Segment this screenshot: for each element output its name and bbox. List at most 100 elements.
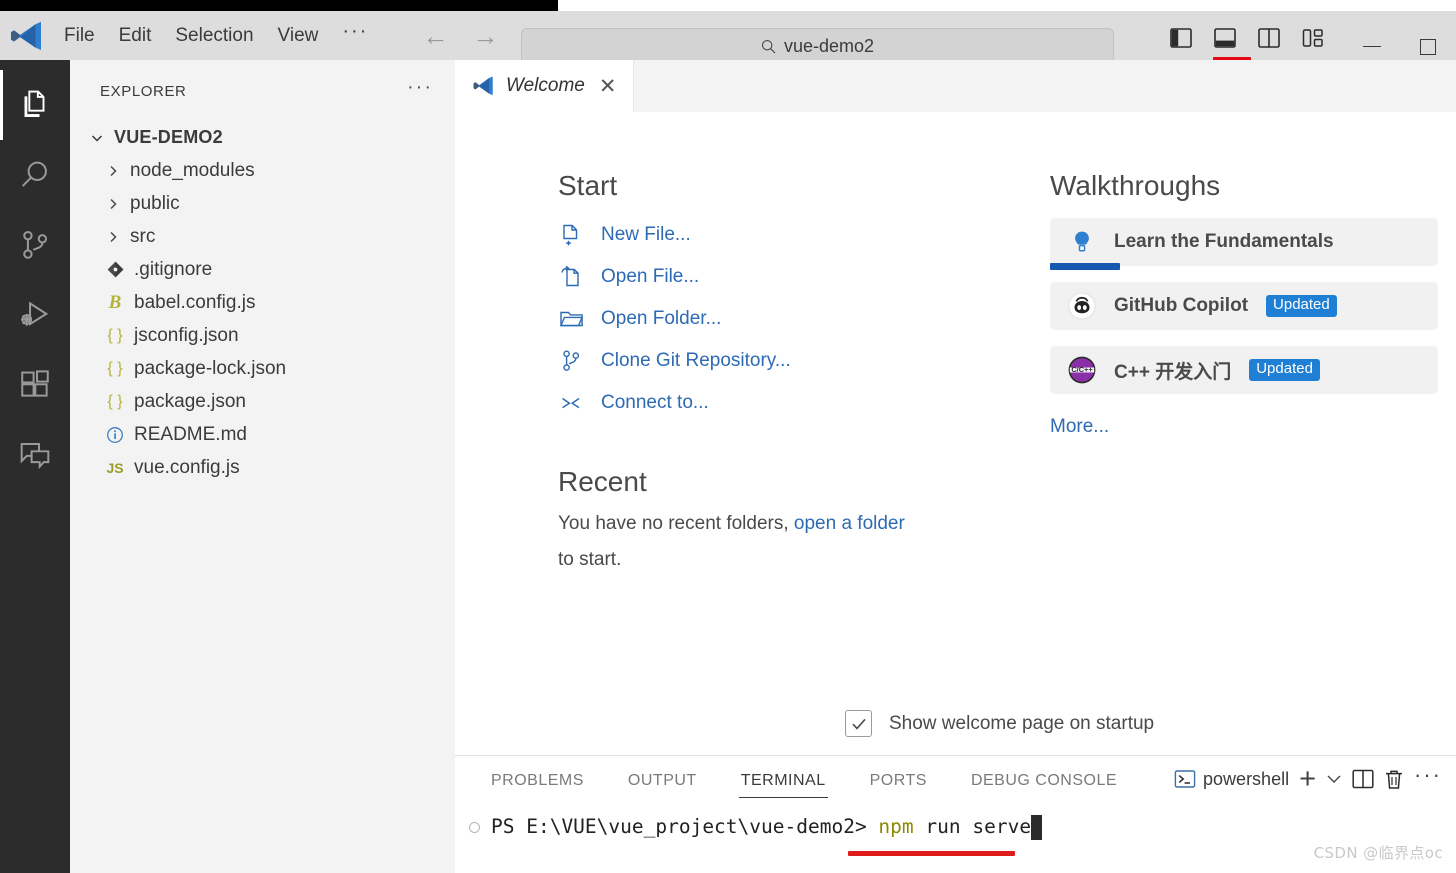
activity-bar xyxy=(0,60,70,873)
search-icon xyxy=(761,39,776,53)
walkthrough-progress-bar xyxy=(1050,263,1120,270)
search-value: vue-demo2 xyxy=(783,35,875,56)
status-badge: Updated xyxy=(1266,295,1337,317)
panel-tab-ports[interactable]: PORTS xyxy=(854,758,943,802)
panel-tab-debug-console[interactable]: DEBUG CONSOLE xyxy=(955,758,1133,802)
recent-text-before: You have no recent folders, xyxy=(558,513,794,534)
tab-welcome[interactable]: Welcome ✕ xyxy=(455,60,635,112)
recent-text-after: to start. xyxy=(558,549,622,571)
welcome-right-column: Walkthroughs Learn the Fundamentals GitH… xyxy=(925,170,1438,578)
walkthrough-item-github-copilot[interactable]: GitHub Copilot Updated xyxy=(1050,282,1438,330)
info-icon xyxy=(100,426,130,444)
activity-item-search[interactable] xyxy=(0,140,70,210)
walkthrough-label: C++ 开发入门 xyxy=(1114,361,1232,383)
plus-icon: + xyxy=(1299,762,1317,795)
open-folder-icon xyxy=(558,306,584,332)
panel-tab-bar: PROBLEMS OUTPUT TERMINAL PORTS DEBUG CON… xyxy=(455,756,1456,804)
welcome-left-column: Start New File... Open File... Open Fold… xyxy=(455,170,925,578)
new-terminal-button[interactable]: + xyxy=(1299,761,1316,797)
tree-root-vue-demo2[interactable]: VUE-DEMO2 xyxy=(70,121,455,154)
terminal-profile-dropdown[interactable] xyxy=(1326,761,1342,797)
start-item-clone-git-repository[interactable]: Clone Git Repository... xyxy=(558,344,925,378)
shell-name: powershell xyxy=(1203,768,1290,789)
start-item-open-folder[interactable]: Open Folder... xyxy=(558,302,925,336)
chat-icon xyxy=(20,442,50,470)
activity-item-chat[interactable] xyxy=(0,420,70,490)
menu-item-edit[interactable]: Edit xyxy=(107,21,164,51)
go-forward-icon[interactable]: → xyxy=(472,23,498,49)
editor-area: Welcome ✕ Start New File... Open File...… xyxy=(455,60,1456,755)
checkbox-label: Show welcome page on startup xyxy=(889,712,1155,734)
close-icon[interactable]: ✕ xyxy=(596,76,620,97)
terminal-prompt: PS E:\VUE\vue_project\vue-demo2> xyxy=(491,815,879,838)
command-center-search[interactable]: vue-demo2 xyxy=(521,28,1114,64)
toggle-secondary-sidebar-icon[interactable] xyxy=(1254,23,1284,53)
start-item-label: Connect to... xyxy=(601,392,709,413)
toggle-panel-icon[interactable] xyxy=(1210,23,1251,63)
vscode-logo-icon xyxy=(473,76,495,96)
tree-item-babel-config[interactable]: B babel.config.js xyxy=(70,286,455,319)
copilot-icon xyxy=(1068,292,1096,320)
show-welcome-on-startup-checkbox[interactable]: Show welcome page on startup xyxy=(845,710,1154,737)
annotation-underline-command xyxy=(848,851,1015,856)
screen-capture-artifact-strip xyxy=(0,0,558,11)
panel-tab-problems[interactable]: PROBLEMS xyxy=(475,758,600,802)
tree-item-readme-md[interactable]: README.md xyxy=(70,418,455,451)
split-terminal-button[interactable] xyxy=(1352,761,1374,797)
tree-item-label: babel.config.js xyxy=(134,291,256,313)
open-a-folder-link[interactable]: open a folder xyxy=(794,513,905,534)
new-file-icon xyxy=(558,222,584,248)
svg-text:C/C++: C/C++ xyxy=(1071,365,1093,374)
walkthrough-item-learn-the-fundamentals[interactable]: Learn the Fundamentals xyxy=(1050,218,1438,270)
status-badge: Updated xyxy=(1249,359,1320,381)
start-item-label: Open Folder... xyxy=(601,308,722,329)
kill-terminal-button[interactable] xyxy=(1384,761,1404,797)
tree-item-src[interactable]: src xyxy=(70,220,455,253)
toggle-primary-sidebar-icon[interactable] xyxy=(1166,23,1196,53)
json-icon: { } xyxy=(107,392,123,410)
activity-item-explorer[interactable] xyxy=(0,70,70,140)
cpp-icon: C/C++ xyxy=(1068,356,1096,384)
start-item-label: New File... xyxy=(601,224,691,245)
start-item-label: Clone Git Repository... xyxy=(601,350,791,371)
menu-overflow-icon[interactable]: ··· xyxy=(330,20,380,51)
sidebar-more-actions-icon[interactable]: ··· xyxy=(407,76,433,107)
menu-item-view[interactable]: View xyxy=(266,21,331,51)
layout-controls xyxy=(1166,23,1328,63)
panel-tab-output[interactable]: OUTPUT xyxy=(612,758,713,802)
menu-item-file[interactable]: File xyxy=(52,21,107,51)
start-item-connect-to[interactable]: Connect to... xyxy=(558,386,925,420)
tree-item-jsconfig-json[interactable]: { } jsconfig.json xyxy=(70,319,455,352)
tree-item-package-lock-json[interactable]: { } package-lock.json xyxy=(70,352,455,385)
activity-item-source-control[interactable] xyxy=(0,210,70,280)
panel-more-actions-icon[interactable]: ··· xyxy=(1414,762,1442,797)
recent-empty-message: You have no recent folders, open a folde… xyxy=(558,506,925,578)
vscode-logo-icon xyxy=(10,21,44,51)
start-item-open-file[interactable]: Open File... xyxy=(558,260,925,294)
customize-layout-icon[interactable] xyxy=(1298,23,1328,53)
tree-item-package-json[interactable]: { } package.json xyxy=(70,385,455,418)
sidebar-header: EXPLORER ··· xyxy=(70,60,455,113)
terminal-content[interactable]: PS E:\VUE\vue_project\vue-demo2> npm run… xyxy=(455,804,1456,873)
tree-item-node-modules[interactable]: node_modules xyxy=(70,154,455,187)
start-item-new-file[interactable]: New File... xyxy=(558,218,925,252)
walkthrough-item-cpp[interactable]: C/C++ C++ 开发入门 Updated xyxy=(1050,346,1438,394)
tree-item-label: package.json xyxy=(134,390,246,412)
menu-item-selection[interactable]: Selection xyxy=(163,21,265,51)
terminal-command-tail: run serve xyxy=(913,815,1032,838)
activity-item-extensions[interactable] xyxy=(0,350,70,420)
navigation-arrows: ← → xyxy=(422,23,498,49)
tree-item-label: public xyxy=(130,192,180,214)
activity-item-run-and-debug[interactable] xyxy=(0,280,70,350)
go-back-icon[interactable]: ← xyxy=(422,23,448,49)
chevron-down-icon xyxy=(1326,771,1342,788)
walkthroughs-more-link[interactable]: More... xyxy=(1050,416,1109,438)
js-icon: JS xyxy=(106,459,124,476)
checkbox-box[interactable] xyxy=(845,710,872,737)
terminal-shell-selector[interactable]: powershell xyxy=(1174,761,1289,797)
tree-item-vue-config-js[interactable]: JS vue.config.js xyxy=(70,451,455,484)
tree-item-label: node_modules xyxy=(130,159,255,181)
panel-tab-terminal[interactable]: TERMINAL xyxy=(725,758,842,802)
tree-item-gitignore[interactable]: .gitignore xyxy=(70,253,455,286)
tree-item-public[interactable]: public xyxy=(70,187,455,220)
